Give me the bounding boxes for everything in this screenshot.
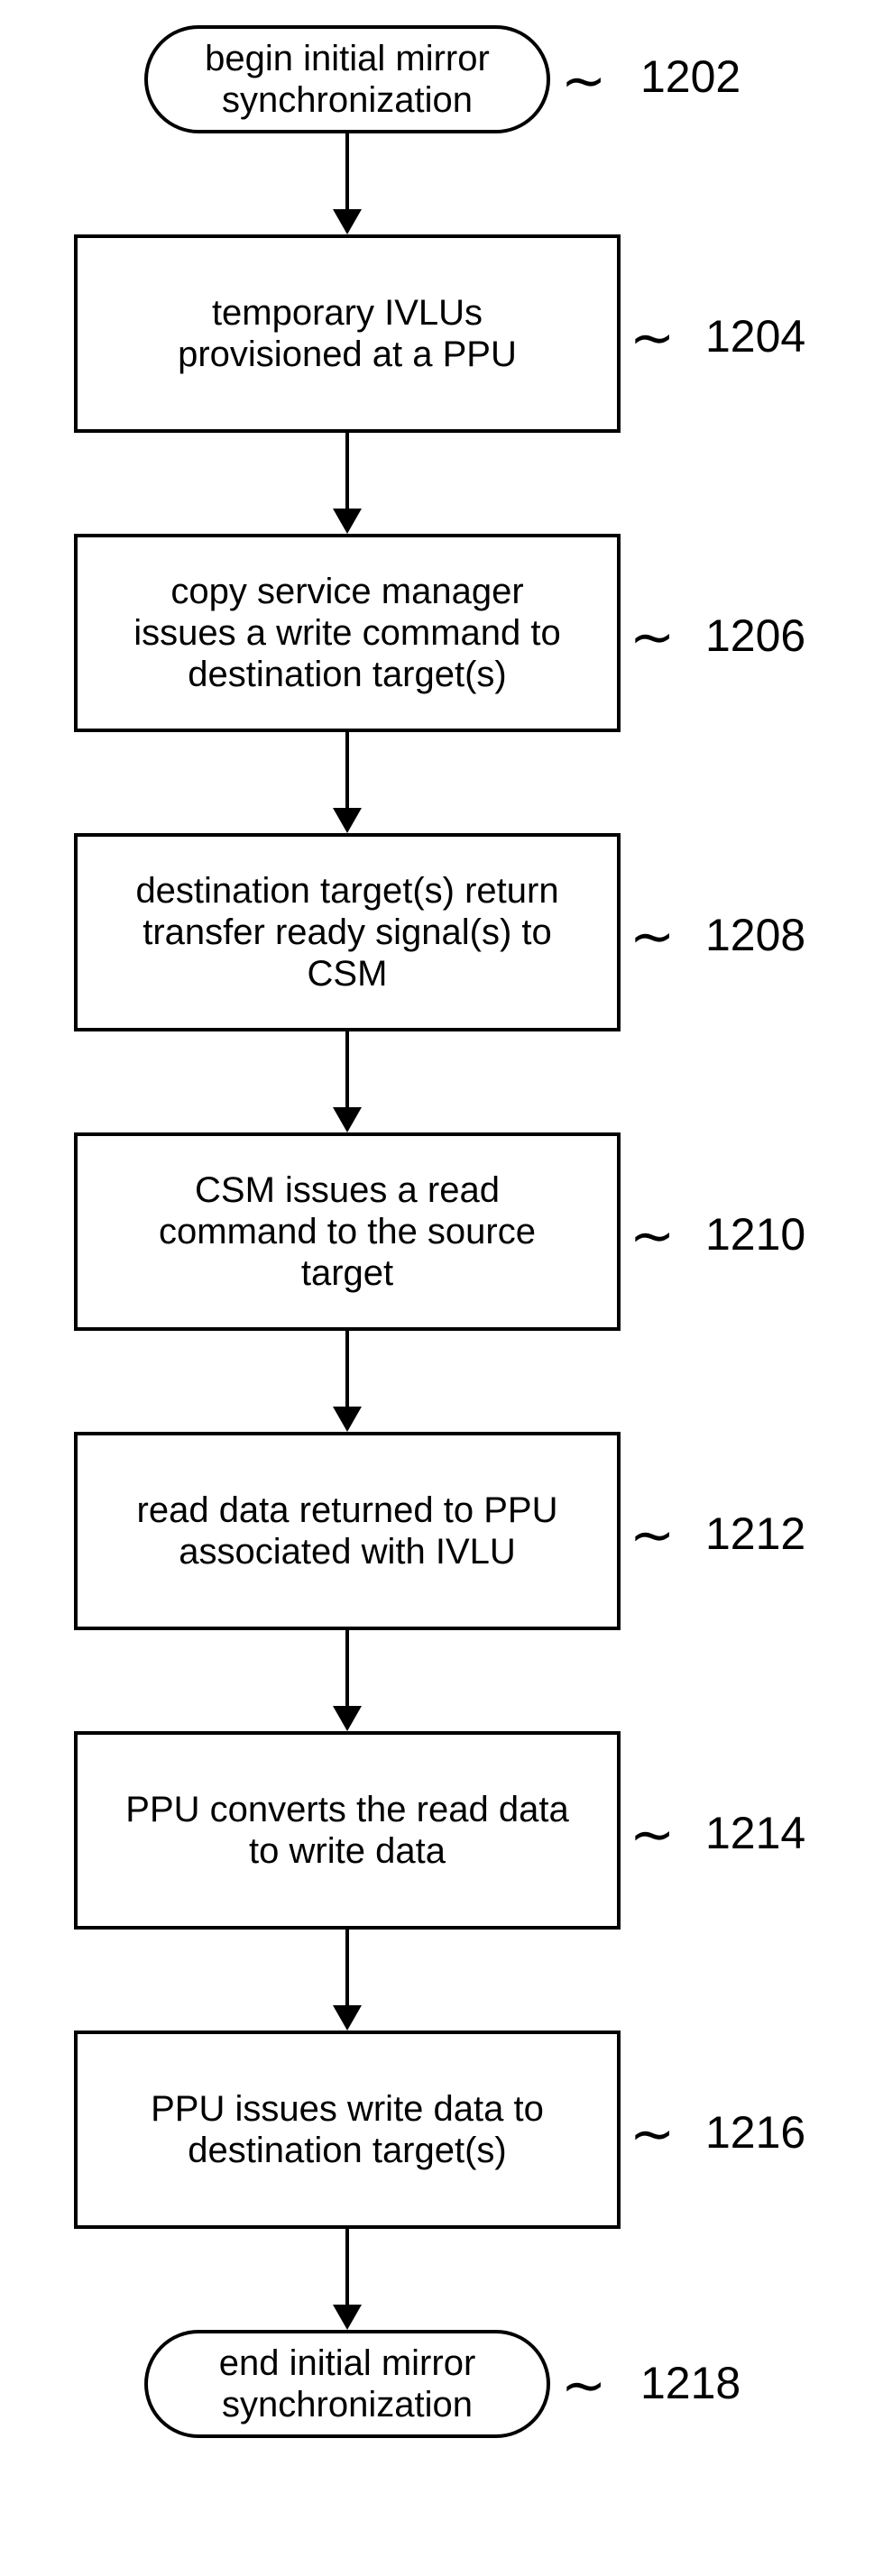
- process-step: read data returned to PPU associated wit…: [74, 1432, 621, 1630]
- connector-tilde: ∼: [630, 311, 675, 365]
- connector-tilde: ∼: [630, 1508, 675, 1563]
- node-label: 1202: [640, 54, 740, 99]
- node-text: temporary IVLUs provisioned at a PPU: [178, 292, 517, 375]
- process-step: CSM issues a read command to the source …: [74, 1132, 621, 1331]
- process-step: temporary IVLUs provisioned at a PPU: [74, 234, 621, 433]
- node-text: read data returned to PPU associated wit…: [137, 1490, 558, 1572]
- node-label: 1216: [705, 2110, 805, 2155]
- node-label: 1210: [705, 1212, 805, 1257]
- terminator-end: end initial mirror synchronization: [144, 2330, 550, 2438]
- flowchart-canvas: begin initial mirror synchronization ∼ 1…: [0, 0, 883, 2576]
- node-text: copy service manager issues a write comm…: [133, 571, 561, 695]
- node-text: destination target(s) return transfer re…: [135, 870, 558, 995]
- node-text: begin initial mirror synchronization: [205, 38, 490, 121]
- node-label: 1218: [640, 2361, 740, 2406]
- node-label: 1204: [705, 314, 805, 359]
- terminator-begin: begin initial mirror synchronization: [144, 25, 550, 133]
- node-text: PPU issues write data to destination tar…: [151, 2088, 544, 2171]
- connector-tilde: ∼: [630, 2107, 675, 2161]
- process-step: PPU converts the read data to write data: [74, 1731, 621, 1930]
- node-text: PPU converts the read data to write data: [125, 1789, 568, 1872]
- connector-tilde: ∼: [561, 2359, 606, 2413]
- connector-tilde: ∼: [630, 1808, 675, 1862]
- node-label: 1208: [705, 912, 805, 958]
- node-label: 1212: [705, 1511, 805, 1556]
- connector-tilde: ∼: [630, 910, 675, 964]
- process-step: PPU issues write data to destination tar…: [74, 2031, 621, 2229]
- node-text: end initial mirror synchronization: [219, 2342, 476, 2425]
- process-step: copy service manager issues a write comm…: [74, 534, 621, 732]
- connector-tilde: ∼: [630, 1209, 675, 1263]
- node-text: CSM issues a read command to the source …: [159, 1169, 536, 1294]
- connector-tilde: ∼: [630, 610, 675, 665]
- node-label: 1214: [705, 1811, 805, 1856]
- connector-tilde: ∼: [561, 54, 606, 108]
- node-label: 1206: [705, 613, 805, 658]
- process-step: destination target(s) return transfer re…: [74, 833, 621, 1031]
